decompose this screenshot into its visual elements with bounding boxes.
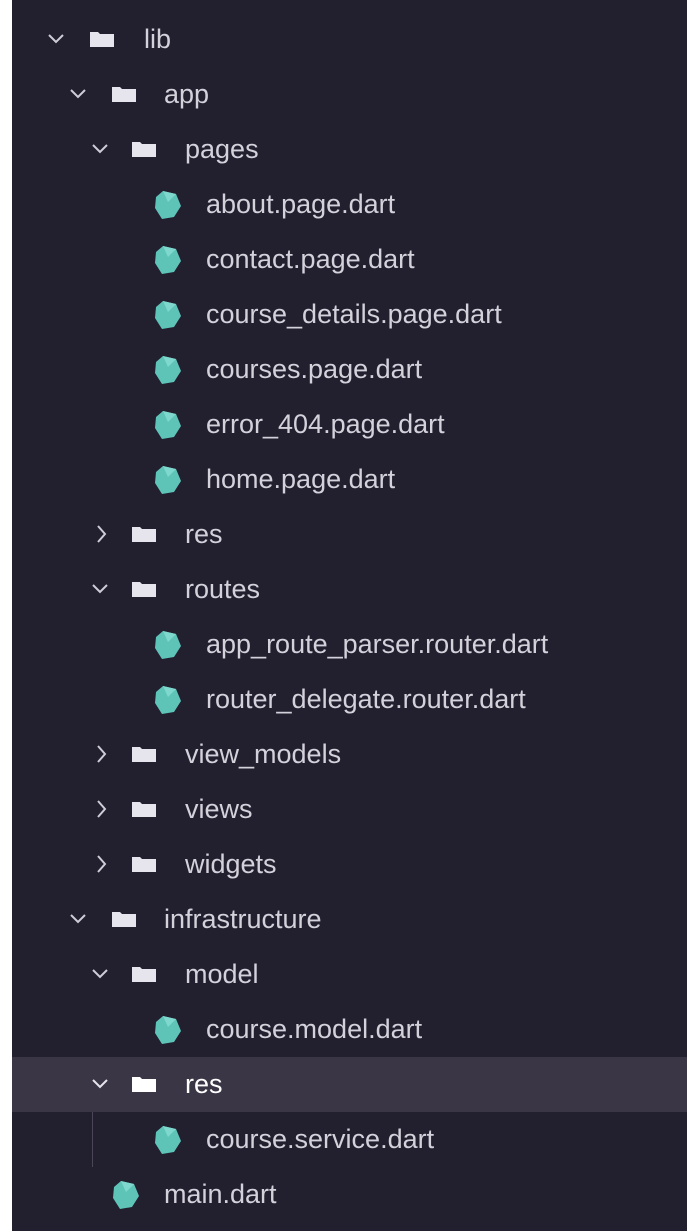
- tree-file-home-page[interactable]: home.page.dart: [12, 452, 687, 507]
- tree-item-label: app_route_parser.router.dart: [206, 629, 549, 659]
- tree-file-contact-page[interactable]: contact.page.dart: [12, 232, 687, 287]
- tree-folder-model[interactable]: model: [12, 947, 687, 1002]
- tree-folder-routes[interactable]: routes: [12, 562, 687, 617]
- file-explorer: lib app pages about.page.dart contact.pa…: [12, 0, 687, 1231]
- folder-icon: [132, 1076, 156, 1092]
- tree-folder-lib[interactable]: lib: [12, 12, 687, 67]
- dart-file-icon: [154, 410, 182, 440]
- folder-icon: [90, 31, 114, 47]
- folder-icon: [112, 86, 136, 102]
- chevron-down-icon[interactable]: [90, 1057, 114, 1112]
- tree-item-label: contact.page.dart: [206, 244, 415, 274]
- tree-file-course-service[interactable]: course.service.dart: [12, 1112, 687, 1167]
- tree-folder-widgets[interactable]: widgets: [12, 837, 687, 892]
- chevron-down-icon[interactable]: [68, 892, 92, 947]
- tree-file-router-delegate[interactable]: router_delegate.router.dart: [12, 672, 687, 727]
- tree-item-label: router_delegate.router.dart: [206, 684, 526, 714]
- folder-icon: [132, 746, 156, 762]
- chevron-right-icon[interactable]: [92, 782, 116, 837]
- tree-item-label: course_details.page.dart: [206, 299, 502, 329]
- tree-folder-res[interactable]: res: [12, 507, 687, 562]
- indent-guide: [92, 1112, 93, 1167]
- tree-item-label: course.model.dart: [206, 1014, 423, 1044]
- chevron-down-icon[interactable]: [68, 67, 92, 122]
- tree-item-label: course.service.dart: [206, 1124, 435, 1154]
- tree-item-label: model: [185, 959, 259, 989]
- tree-file-app-route-parser[interactable]: app_route_parser.router.dart: [12, 617, 687, 672]
- tree-item-label: view_models: [185, 739, 342, 769]
- dart-file-icon: [154, 1015, 182, 1045]
- tree-item-label: app: [164, 79, 210, 109]
- tree-item-label: error_404.page.dart: [206, 409, 445, 439]
- tree-folder-views[interactable]: views: [12, 782, 687, 837]
- chevron-right-icon[interactable]: [92, 727, 116, 782]
- chevron-down-icon[interactable]: [90, 122, 114, 177]
- tree-file-about-page[interactable]: about.page.dart: [12, 177, 687, 232]
- folder-icon: [132, 141, 156, 157]
- chevron-down-icon[interactable]: [46, 12, 70, 67]
- tree-folder-pages[interactable]: pages: [12, 122, 687, 177]
- chevron-down-icon[interactable]: [90, 947, 114, 1002]
- folder-icon: [132, 526, 156, 542]
- dart-file-icon: [154, 355, 182, 385]
- chevron-right-icon[interactable]: [92, 507, 116, 562]
- tree-folder-infrastructure[interactable]: infrastructure: [12, 892, 687, 947]
- tree-item-label: main.dart: [164, 1179, 277, 1209]
- tree-item-label: views: [185, 794, 253, 824]
- tree-folder-app[interactable]: app: [12, 67, 687, 122]
- tree-file-course-details-page[interactable]: course_details.page.dart: [12, 287, 687, 342]
- tree-item-label: lib: [144, 24, 172, 54]
- tree-file-courses-page[interactable]: courses.page.dart: [12, 342, 687, 397]
- tree-file-error-404-page[interactable]: error_404.page.dart: [12, 397, 687, 452]
- tree-item-label: courses.page.dart: [206, 354, 423, 384]
- tree-folder-view-models[interactable]: view_models: [12, 727, 687, 782]
- tree-item-label: about.page.dart: [206, 189, 396, 219]
- folder-icon: [132, 801, 156, 817]
- tree-item-label: infrastructure: [164, 904, 322, 934]
- tree-item-label: res: [185, 519, 223, 549]
- tree-file-main[interactable]: main.dart: [12, 1167, 687, 1222]
- file-tree: lib app pages about.page.dart contact.pa…: [12, 12, 687, 1222]
- tree-folder-res-selected[interactable]: res: [12, 1057, 687, 1112]
- folder-icon: [132, 581, 156, 597]
- tree-item-label: routes: [185, 574, 261, 604]
- tree-item-label: pages: [185, 134, 259, 164]
- folder-icon: [132, 966, 156, 982]
- folder-icon: [132, 856, 156, 872]
- dart-file-icon: [154, 630, 182, 660]
- chevron-down-icon[interactable]: [90, 562, 114, 617]
- dart-file-icon: [154, 300, 182, 330]
- tree-file-course-model[interactable]: course.model.dart: [12, 1002, 687, 1057]
- tree-item-label: home.page.dart: [206, 464, 396, 494]
- chevron-right-icon[interactable]: [92, 837, 116, 892]
- dart-file-icon: [154, 465, 182, 495]
- dart-file-icon: [154, 685, 182, 715]
- dart-file-icon: [154, 190, 182, 220]
- dart-file-icon: [154, 245, 182, 275]
- tree-item-label: widgets: [185, 849, 277, 879]
- dart-file-icon: [112, 1180, 140, 1210]
- folder-icon: [112, 911, 136, 927]
- dart-file-icon: [154, 1125, 182, 1155]
- tree-item-label: res: [185, 1069, 223, 1099]
